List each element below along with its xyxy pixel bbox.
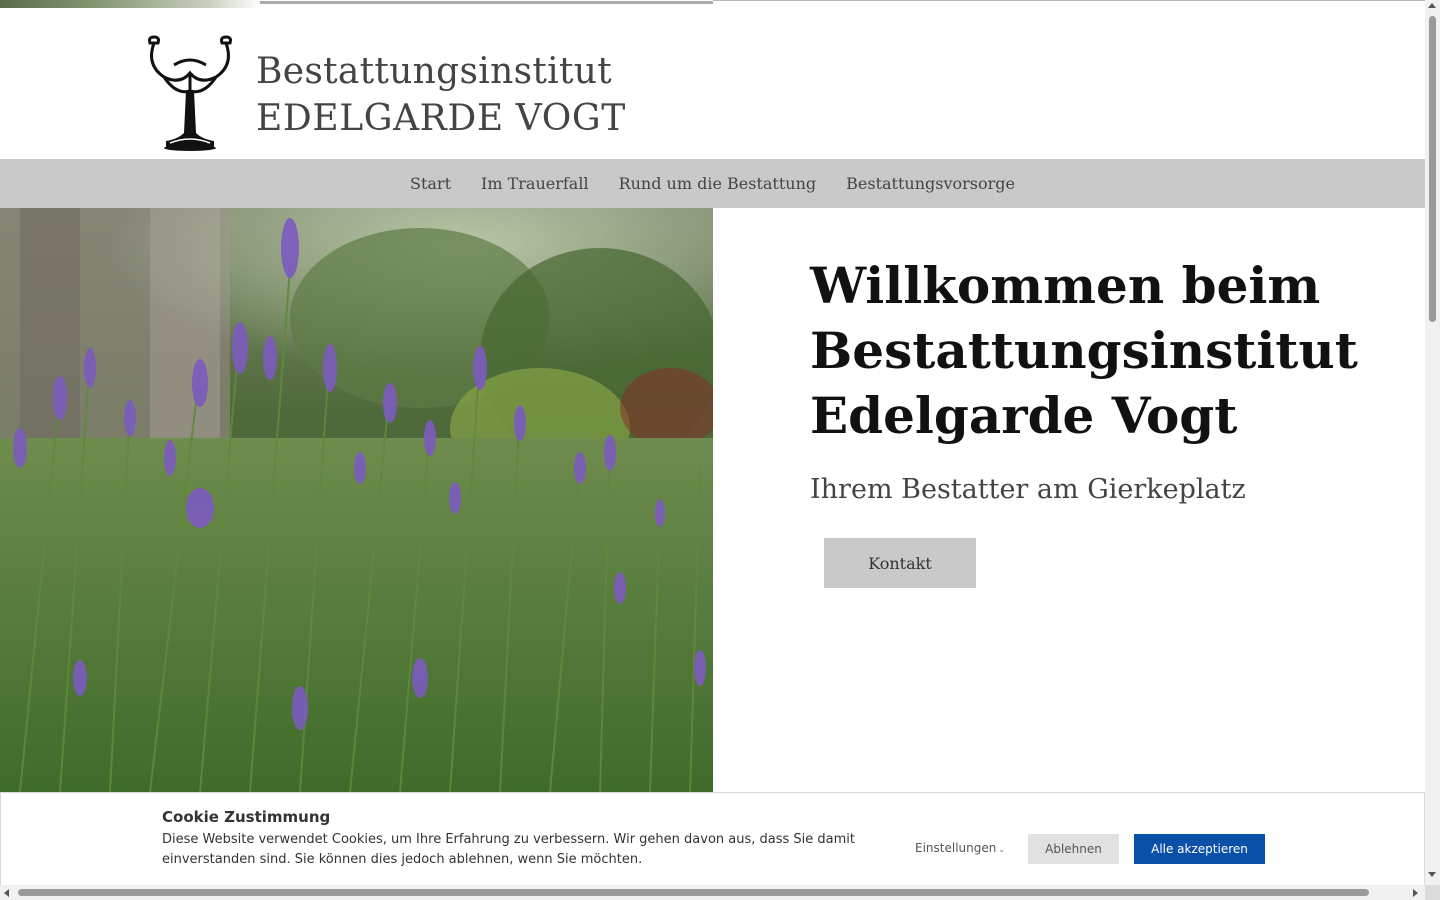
- cookie-text: Diese Website verwendet Cookies, um Ihre…: [162, 832, 855, 867]
- horizontal-scrollbar[interactable]: [0, 885, 1425, 900]
- scroll-up-arrow-icon[interactable]: [1428, 3, 1436, 8]
- candelabra-logo-icon[interactable]: [140, 35, 240, 151]
- scrollbar-corner: [1425, 885, 1440, 900]
- top-grey-rule: [260, 1, 713, 4]
- chevron-down-icon: ⌄: [998, 844, 1006, 854]
- brand-name-line2: EDELGARDE VOGT: [256, 98, 626, 139]
- cookie-settings-button[interactable]: Einstellungen ⌄: [915, 841, 1005, 855]
- cookie-reject-button[interactable]: Ablehnen: [1028, 834, 1119, 864]
- site-header: Bestattungsinstitut EDELGARDE VOGT: [0, 8, 1425, 159]
- brand-name-line1: Bestattungsinstitut: [256, 51, 612, 92]
- nav-item-bestattungsvorsorge[interactable]: Bestattungsvorsorge: [846, 174, 1015, 193]
- scroll-left-arrow-icon[interactable]: [4, 889, 9, 897]
- hero-lavender-image: [0, 208, 713, 792]
- lavender-field-photo: [0, 208, 713, 792]
- scroll-right-arrow-icon[interactable]: [1413, 889, 1418, 897]
- vertical-scroll-thumb[interactable]: [1429, 16, 1436, 322]
- top-divider: [713, 0, 1425, 1]
- cookie-accept-button[interactable]: Alle akzeptieren: [1134, 834, 1265, 864]
- hero-subtitle: Ihrem Bestatter am Gierkeplatz: [810, 474, 1246, 505]
- scroll-down-arrow-icon[interactable]: [1428, 872, 1436, 877]
- nav-item-start[interactable]: Start: [410, 174, 451, 193]
- main-navigation: Start Im Trauerfall Rund um die Bestattu…: [0, 159, 1425, 208]
- cookie-title: Cookie Zustimmung: [162, 808, 331, 826]
- contact-button[interactable]: Kontakt: [824, 538, 976, 588]
- vertical-scrollbar[interactable]: [1425, 0, 1440, 885]
- nav-item-rund-um-die-bestattung[interactable]: Rund um die Bestattung: [619, 174, 817, 193]
- cookie-settings-label: Einstellungen: [915, 841, 997, 855]
- cookie-banner: Cookie Zustimmung Diese Website verwende…: [0, 792, 1425, 885]
- top-image-strip: [0, 0, 260, 8]
- horizontal-scroll-thumb[interactable]: [18, 889, 1369, 896]
- nav-item-im-trauerfall[interactable]: Im Trauerfall: [481, 174, 589, 193]
- hero-title: Willkommen beim Bestattungsinstitut Edel…: [810, 256, 1358, 445]
